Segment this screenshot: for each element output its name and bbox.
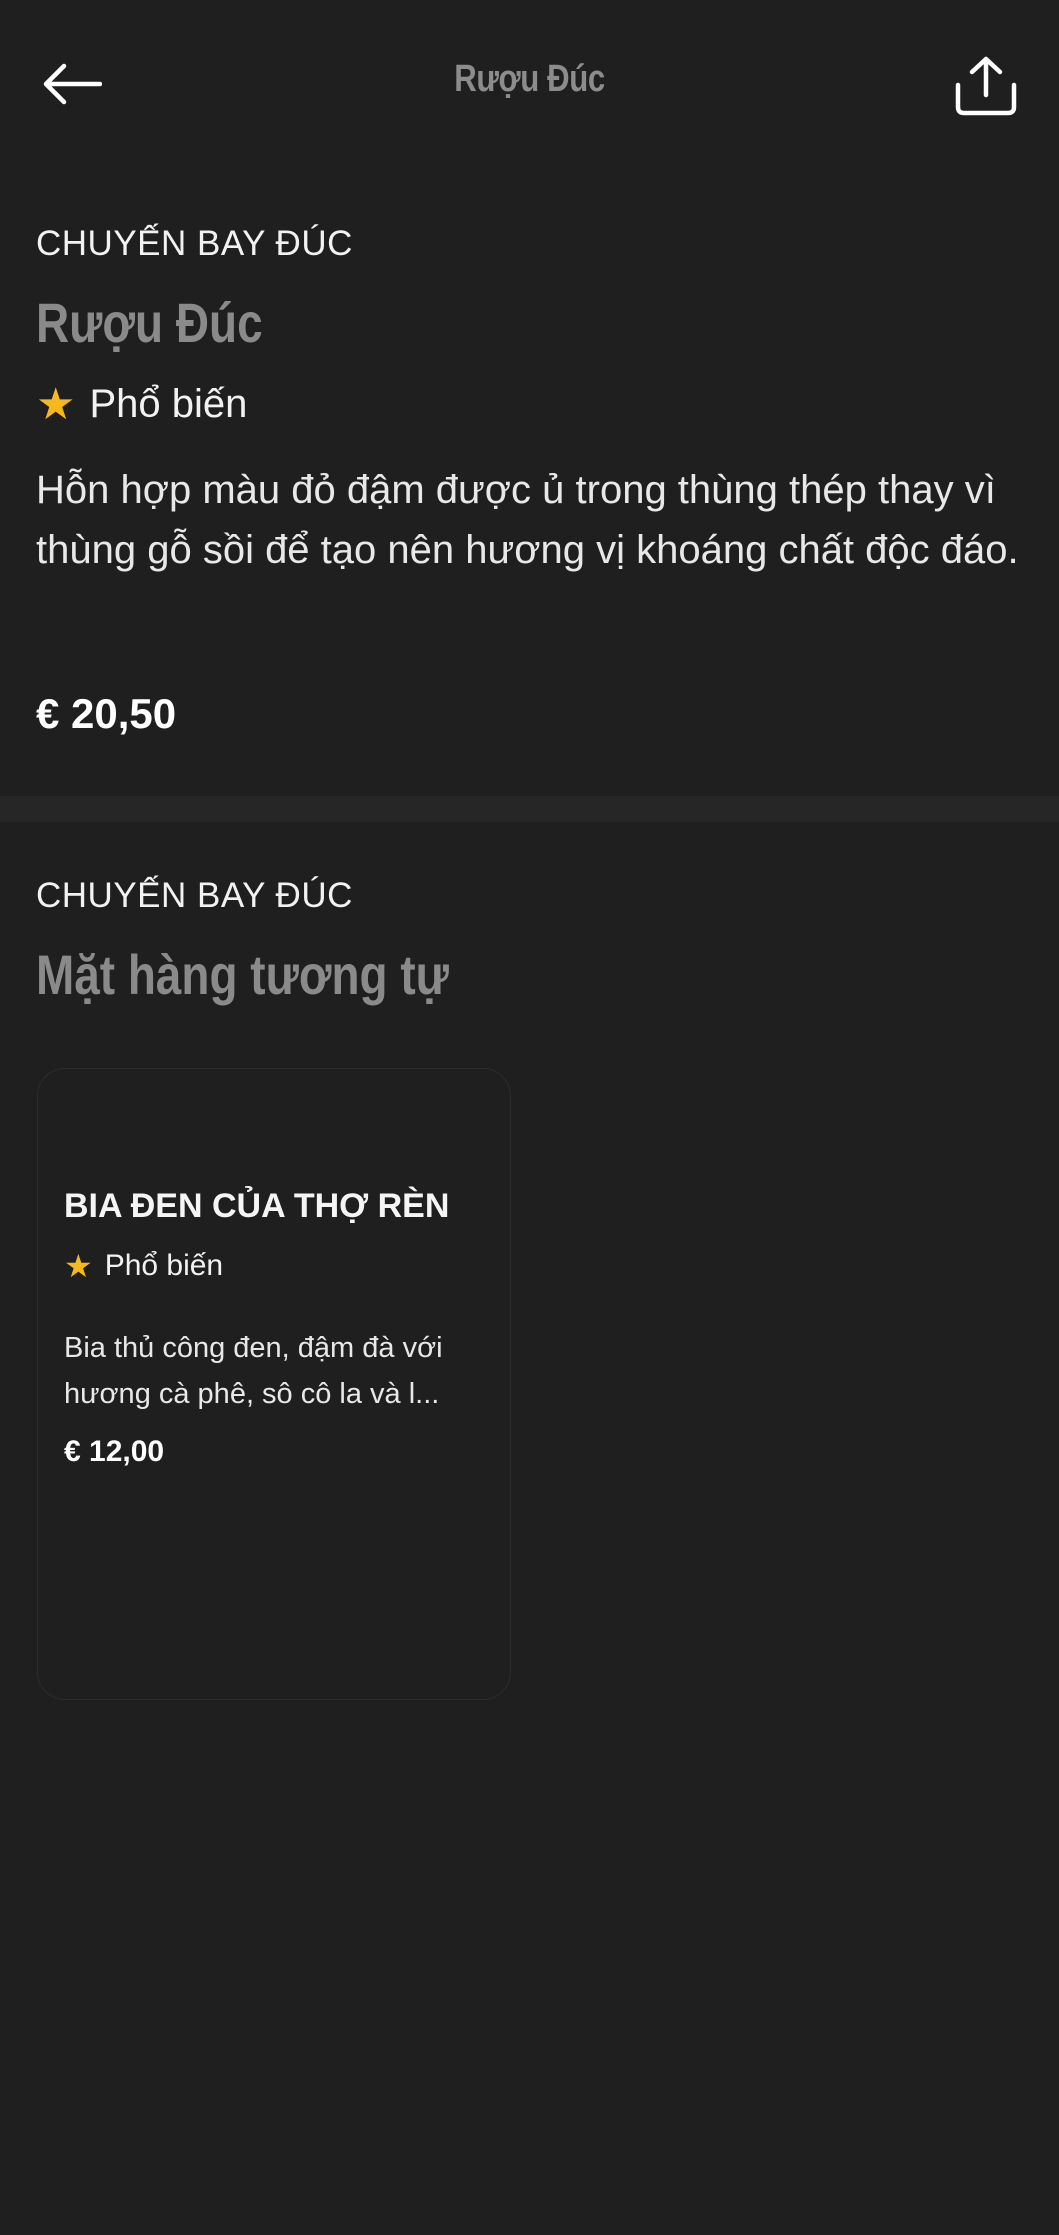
similar-item-description-line: hương cà phê, sô cô la và l... bbox=[64, 1378, 440, 1410]
star-icon: ★ bbox=[36, 379, 76, 429]
similar-item-price: € 12,00 bbox=[64, 1435, 165, 1468]
similar-items-section: CHUYẾN BAY ĐÚC Mặt hàng tương tự BIA ĐEN… bbox=[0, 822, 1059, 2235]
similar-item-card[interactable]: BIA ĐEN CỦA THỢ RÈN ★ Phổ biến Bia thủ c… bbox=[37, 1068, 511, 1700]
share-button[interactable] bbox=[944, 44, 1028, 128]
similar-heading: Mặt hàng tương tự bbox=[36, 943, 449, 1006]
similar-item-rating-label: Phổ biến bbox=[104, 1249, 224, 1282]
product-price: € 20,50 bbox=[36, 690, 177, 737]
product-category: CHUYẾN BAY ĐÚC bbox=[36, 224, 353, 263]
similar-item-name: BIA ĐEN CỦA THỢ RÈN bbox=[64, 1187, 450, 1225]
product-description: Hỗn hợp màu đỏ đậm được ủ trong thùng th… bbox=[36, 468, 1019, 572]
similar-item-description-line: Bia thủ công đen, đậm đà với bbox=[64, 1332, 443, 1364]
star-icon: ★ bbox=[64, 1248, 93, 1284]
similar-category: CHUYẾN BAY ĐÚC bbox=[36, 876, 353, 915]
product-name: Rượu Đúc bbox=[36, 291, 263, 354]
section-divider bbox=[0, 796, 1059, 822]
arrow-left-icon bbox=[43, 63, 102, 105]
top-bar: Rượu Đúc bbox=[0, 0, 1059, 170]
product-detail-section: CHUYẾN BAY ĐÚC Rượu Đúc ★ Phổ biến Hỗn h… bbox=[0, 170, 1059, 796]
similar-item-description: Bia thủ công đen, đậm đà với hương cà ph… bbox=[64, 1325, 494, 1417]
product-rating: ★ Phổ biến bbox=[36, 382, 247, 427]
share-icon bbox=[955, 56, 1017, 116]
page-title: Rượu Đúc bbox=[454, 58, 605, 100]
rating-label: Phổ biến bbox=[89, 382, 248, 426]
similar-item-rating: ★ Phổ biến bbox=[64, 1249, 223, 1283]
